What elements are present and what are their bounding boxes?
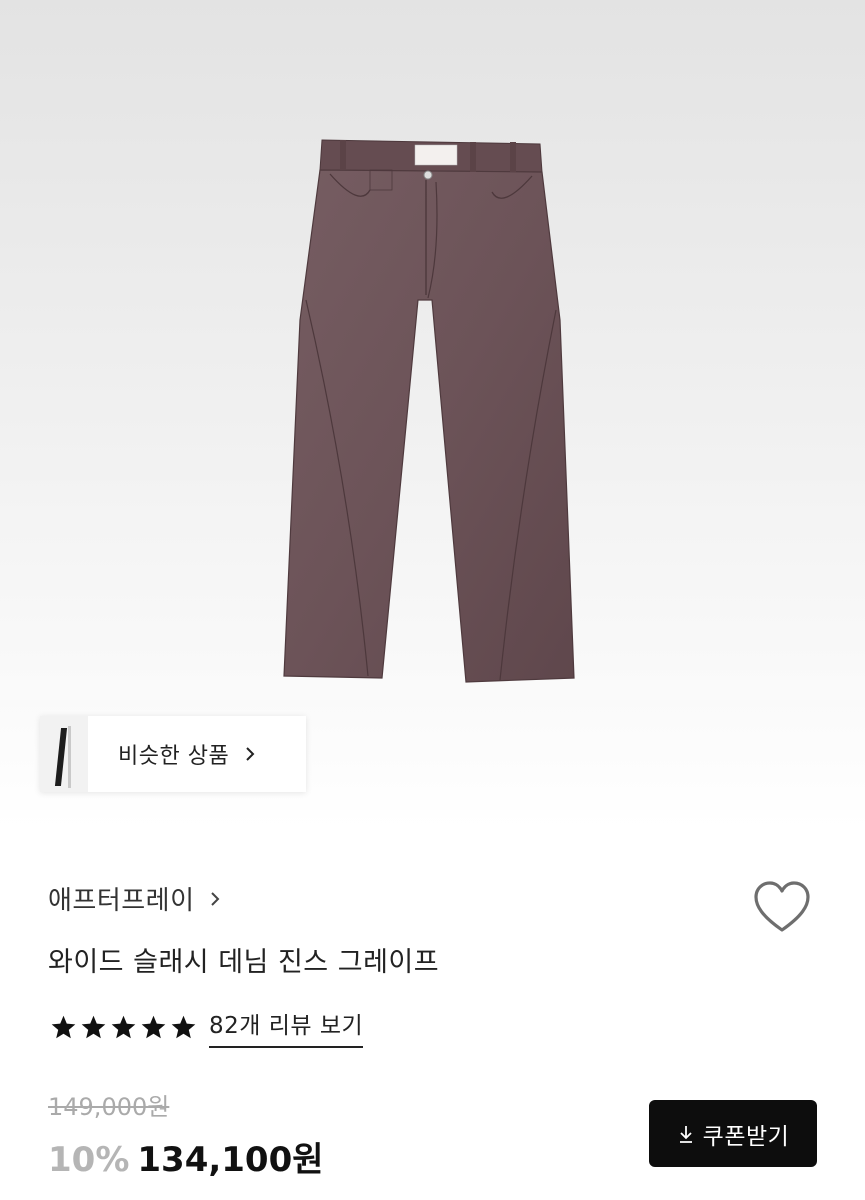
product-image-area[interactable]: 비슷한 상품 bbox=[0, 0, 865, 830]
star-rating bbox=[50, 1014, 197, 1041]
chevron-right-icon bbox=[246, 747, 255, 761]
star-icon bbox=[141, 1015, 166, 1038]
rating-row: 82개 리뷰 보기 bbox=[50, 1006, 364, 1048]
star-icon bbox=[81, 1015, 106, 1038]
similar-products-button[interactable]: 비슷한 상품 bbox=[40, 716, 306, 792]
product-title: 와이드 슬래시 데님 진스 그레이프 bbox=[48, 947, 440, 978]
similar-products-label: 비슷한 상품 bbox=[118, 744, 230, 769]
sale-price: 134,100원 bbox=[137, 1140, 324, 1180]
brand-name: 애프터프레이 bbox=[48, 886, 195, 916]
star-icon bbox=[171, 1015, 196, 1038]
brand-link[interactable]: 애프터프레이 bbox=[48, 880, 221, 917]
star-icon bbox=[111, 1015, 136, 1038]
heart-outline-icon[interactable] bbox=[752, 880, 812, 936]
star-icon bbox=[51, 1015, 76, 1038]
coupon-button-label: 쿠폰받기 bbox=[702, 1123, 790, 1150]
similar-product-thumbnail bbox=[40, 716, 88, 792]
product-image-jeans bbox=[283, 139, 575, 683]
original-price: 149,000원 bbox=[48, 1093, 170, 1121]
price-row: 10% 134,100원 bbox=[48, 1132, 324, 1181]
discount-rate: 10% bbox=[48, 1140, 130, 1180]
coupon-download-button[interactable]: 쿠폰받기 bbox=[649, 1100, 817, 1167]
download-arrow-icon bbox=[679, 1125, 692, 1143]
chevron-right-icon bbox=[210, 891, 219, 906]
reviews-link[interactable]: 82개 리뷰 보기 bbox=[209, 1006, 364, 1048]
